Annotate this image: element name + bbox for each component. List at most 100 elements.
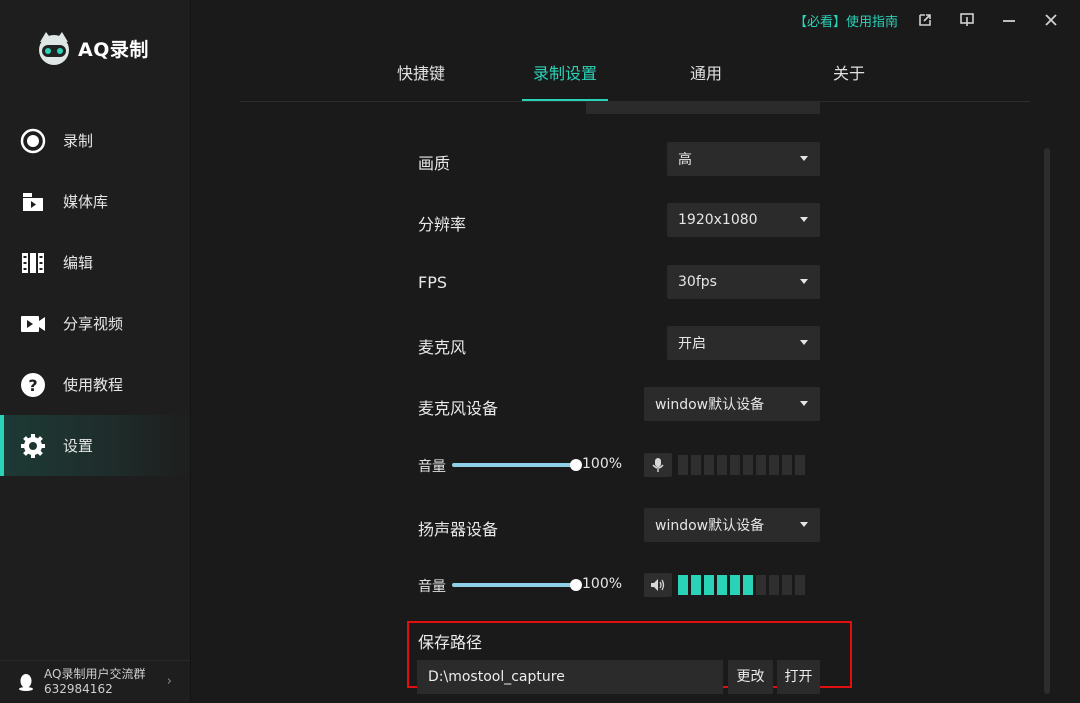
meter-segment (730, 575, 740, 595)
speaker-level-meter (678, 575, 808, 595)
speaker-volume-slider[interactable] (452, 583, 576, 587)
sidebar-item-label: 设置 (63, 437, 94, 455)
quality-value: 高 (678, 152, 692, 168)
tab-hotkeys[interactable]: 快捷键 (378, 52, 464, 102)
svg-text:?: ? (28, 376, 37, 395)
caret-down-icon (800, 340, 808, 345)
help-icon: ? (19, 371, 47, 399)
chevron-right-icon: › (166, 674, 172, 689)
speaker-volume-percent: 100% (582, 576, 623, 592)
speaker-device-select[interactable]: window默认设备 (644, 508, 820, 542)
meter-segment (678, 455, 688, 475)
mic-volume-label: 音量 (418, 459, 446, 475)
sidebar-item-label: 录制 (63, 132, 94, 150)
sidebar-item-edit[interactable]: 编辑 (0, 232, 190, 293)
speaker-icon (651, 579, 665, 591)
caret-down-icon (800, 156, 808, 161)
tab-record-settings[interactable]: 录制设置 (522, 52, 608, 102)
edit-film-icon (19, 249, 47, 277)
content-scrollbar[interactable] (1044, 148, 1050, 694)
mic-device-select[interactable]: window默认设备 (644, 387, 820, 421)
sidebar-item-label: 分享视频 (63, 315, 124, 333)
caret-down-icon (800, 401, 808, 406)
sidebar-item-label: 编辑 (63, 254, 94, 272)
meter-segment (756, 575, 766, 595)
app-name: AQ录制 (78, 38, 149, 61)
speaker-device-label: 扬声器设备 (418, 520, 499, 539)
mic-volume-slider[interactable] (452, 463, 576, 467)
gear-icon (19, 432, 47, 460)
mic-volume-slider-thumb[interactable] (570, 459, 582, 471)
app-window: AQ录制 录制 媒体库 编辑 分享视频 ? 使用教程 设置 AQ录制用户交流群 … (0, 0, 1080, 702)
tab-about[interactable]: 关于 (806, 52, 892, 102)
mic-volume-percent: 100% (582, 456, 623, 472)
meter-segment (730, 455, 740, 475)
meter-segment (678, 575, 688, 595)
app-logo: AQ录制 (34, 28, 149, 68)
sidebar-item-share-video[interactable]: 分享视频 (0, 293, 190, 354)
media-library-icon (19, 188, 47, 216)
caret-down-icon (800, 217, 808, 222)
meter-segment (795, 575, 805, 595)
meter-segment (743, 455, 753, 475)
meter-segment (769, 575, 779, 595)
settings-tabs: 快捷键 录制设置 通用 关于 (360, 52, 900, 102)
minimize-button[interactable] (996, 7, 1022, 33)
close-icon (1045, 14, 1057, 26)
sidebar-item-label: 使用教程 (63, 376, 124, 394)
speaker-device-value: window默认设备 (655, 518, 765, 534)
save-path-input[interactable] (417, 660, 723, 694)
sidebar-item-media-library[interactable]: 媒体库 (0, 171, 190, 232)
meter-segment (782, 575, 792, 595)
title-bar: 【必看】使用指南 (794, 0, 1080, 40)
fps-select[interactable]: 30fps (667, 265, 820, 299)
meter-segment (743, 575, 753, 595)
pin-button[interactable] (954, 7, 980, 33)
meter-segment (769, 455, 779, 475)
share-video-icon (19, 310, 47, 338)
mic-level-meter (678, 455, 808, 475)
meter-segment (691, 455, 701, 475)
save-path-label: 保存路径 (418, 633, 483, 652)
caret-down-icon (800, 279, 808, 284)
external-link-button[interactable] (912, 7, 938, 33)
resolution-value: 1920x1080 (678, 212, 758, 228)
close-button[interactable] (1038, 7, 1064, 33)
fps-label: FPS (418, 273, 448, 292)
fps-value: 30fps (678, 274, 717, 290)
guide-link[interactable]: 【必看】使用指南 (794, 11, 898, 30)
mic-value: 开启 (678, 336, 706, 352)
record-icon (19, 127, 47, 155)
meter-segment (782, 455, 792, 475)
meter-segment (756, 455, 766, 475)
qq-icon (19, 674, 33, 691)
change-path-button[interactable]: 更改 (728, 660, 773, 694)
cutoff-row-select[interactable] (586, 102, 820, 114)
sidebar-item-settings[interactable]: 设置 (0, 415, 190, 476)
community-group-link[interactable]: AQ录制用户交流群 632984162 › (0, 660, 190, 703)
resolution-select[interactable]: 1920x1080 (667, 203, 820, 237)
resolution-label: 分辨率 (418, 215, 467, 234)
quality-select[interactable]: 高 (667, 142, 820, 176)
speaker-volume-slider-thumb[interactable] (570, 579, 582, 591)
mic-select[interactable]: 开启 (667, 326, 820, 360)
logo-mascot-icon (39, 32, 69, 65)
community-group-name: AQ录制用户交流群 (44, 667, 146, 681)
sidebar-item-record[interactable]: 录制 (0, 110, 190, 171)
caret-down-icon (800, 522, 808, 527)
speaker-volume-label: 音量 (418, 579, 446, 595)
sidebar-item-tutorial[interactable]: ? 使用教程 (0, 354, 190, 415)
meter-segment (704, 575, 714, 595)
external-link-icon (919, 14, 931, 26)
quality-label: 画质 (418, 154, 451, 173)
tab-general[interactable]: 通用 (663, 52, 749, 102)
mic-device-value: window默认设备 (655, 397, 765, 413)
cutoff-row-label (418, 102, 466, 118)
settings-content: 画质 高 分辨率 1920x1080 FPS 30fps 麦克风 开启 麦克风设… (240, 102, 1040, 702)
meter-segment (717, 575, 727, 595)
mic-meter-icon-box (644, 453, 672, 477)
mic-device-label: 麦克风设备 (418, 399, 499, 418)
microphone-icon (652, 458, 664, 472)
minimize-icon (1003, 20, 1015, 22)
open-folder-button[interactable]: 打开 (777, 660, 820, 694)
